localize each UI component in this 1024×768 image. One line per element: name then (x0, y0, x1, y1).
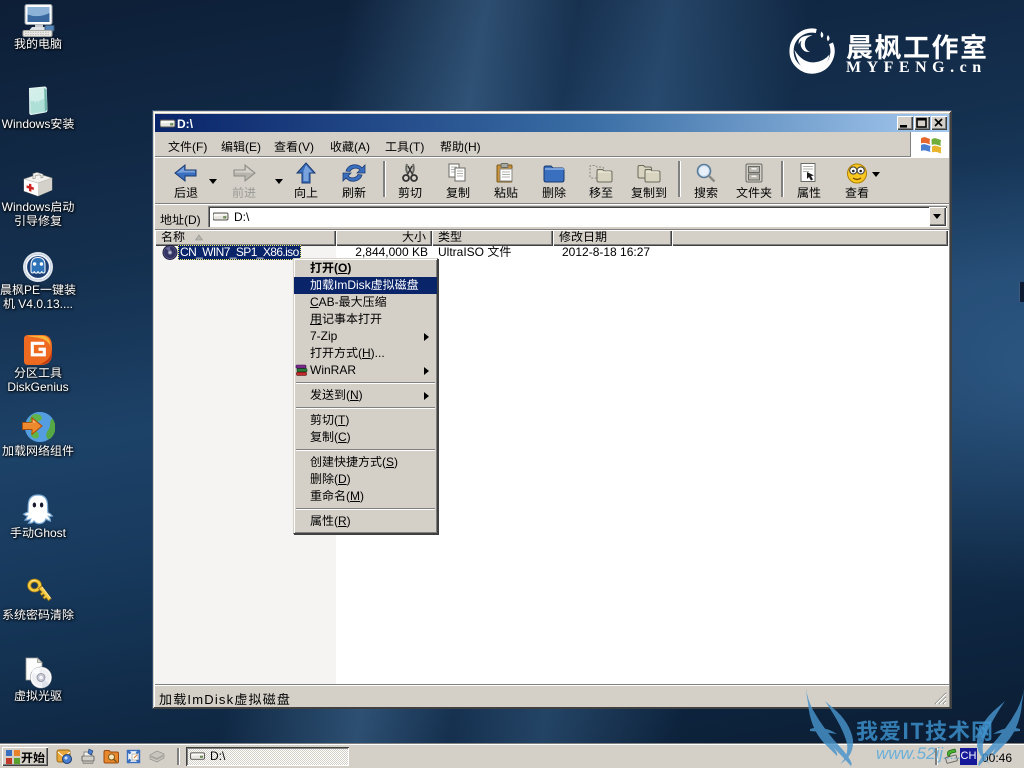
svg-text:我爱IT技术网: 我爱IT技术网 (856, 714, 994, 746)
